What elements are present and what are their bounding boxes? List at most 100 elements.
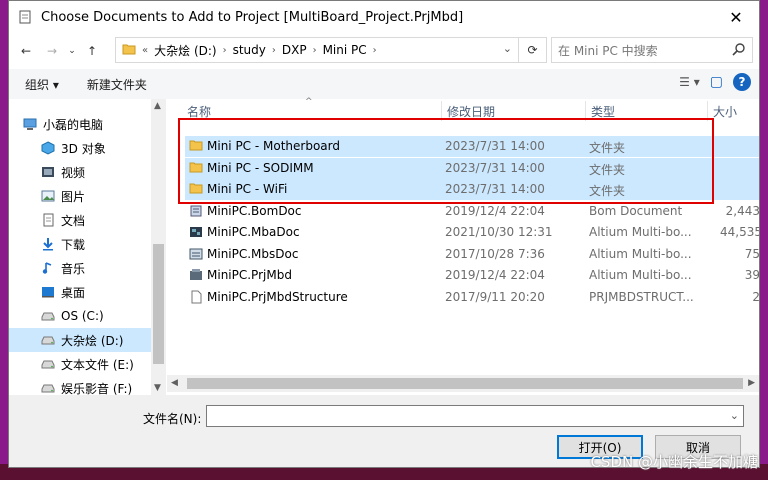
folder-icon bbox=[189, 139, 203, 153]
breadcrumb-dxp[interactable]: DXP bbox=[278, 43, 311, 57]
sidebar-item[interactable]: 娱乐影音 (F:) bbox=[9, 376, 151, 395]
file-row[interactable]: MiniPC.MbsDoc 2017/10/28 7:36 Altium Multi… bbox=[185, 244, 759, 265]
search-placeholder: 在 Mini PC 中搜索 bbox=[558, 43, 658, 58]
file-row[interactable]: Mini PC - WiFi 2023/7/31 14:00 文件夹 bbox=[185, 179, 759, 200]
sort-ascending-icon: ^ bbox=[305, 97, 313, 107]
file-date: 2017/10/28 7:36 bbox=[445, 246, 545, 261]
sidebar-item-label: 娱乐影音 (F:) bbox=[61, 381, 133, 396]
file-row[interactable]: MiniPC.PrjMbdStructure 2017/9/11 20:20 PRJ… bbox=[185, 287, 759, 308]
forward-button[interactable]: → bbox=[39, 38, 65, 64]
chevron-down-icon[interactable]: ⌄ bbox=[730, 409, 739, 422]
breadcrumb-sep[interactable]: › bbox=[270, 45, 278, 56]
sidebar-item[interactable]: 音乐 bbox=[9, 256, 151, 280]
nav-scrollbar-thumb[interactable] bbox=[153, 244, 164, 364]
sidebar-item[interactable]: 视频 bbox=[9, 160, 151, 184]
sidebar-item[interactable]: OS (C:) bbox=[9, 304, 151, 328]
sidebar-item[interactable]: 图片 bbox=[9, 184, 151, 208]
generic-file-icon bbox=[189, 290, 203, 304]
breadcrumb-sep[interactable]: › bbox=[221, 45, 229, 56]
file-size: 75 bbox=[744, 246, 760, 261]
file-row[interactable]: MiniPC.MbaDoc 2021/10/30 12:31 Altium Mult… bbox=[185, 222, 759, 243]
preview-pane-icon[interactable]: ▢ bbox=[710, 74, 723, 90]
chevron-down-icon[interactable]: ▼ bbox=[154, 383, 161, 393]
document-icon bbox=[41, 213, 55, 227]
sidebar-item[interactable]: 桌面 bbox=[9, 280, 151, 304]
title-bar: Choose Documents to Add to Project [Mult… bbox=[9, 1, 759, 33]
folder-icon bbox=[122, 43, 136, 58]
horizontal-scrollbar[interactable]: ◀ ▶ bbox=[167, 375, 759, 392]
chevron-down-icon[interactable]: ⌄ bbox=[503, 42, 512, 55]
breadcrumb-study[interactable]: study bbox=[229, 43, 270, 57]
sidebar-item[interactable]: 下载 bbox=[9, 232, 151, 256]
sidebar-item[interactable]: 小磊的电脑 bbox=[9, 112, 151, 136]
help-icon[interactable]: ? bbox=[733, 73, 751, 91]
refresh-button[interactable]: ⟳ bbox=[519, 37, 547, 63]
file-row[interactable]: Mini PC - SODIMM 2023/7/31 14:00 文件夹 bbox=[185, 157, 759, 179]
horizontal-scrollbar-thumb[interactable] bbox=[187, 378, 743, 389]
back-button[interactable]: ← bbox=[13, 38, 39, 64]
chevron-left-icon[interactable]: ◀ bbox=[171, 378, 178, 388]
file-name: MiniPC.MbsDoc bbox=[207, 246, 299, 261]
chevron-down-icon[interactable]: ⌄ bbox=[65, 38, 79, 64]
column-divider[interactable] bbox=[707, 101, 708, 121]
file-date: 2023/7/31 14:00 bbox=[445, 160, 545, 175]
file-row[interactable]: Mini PC - Motherboard 2023/7/31 14:00 文件夹 bbox=[185, 136, 759, 157]
column-header-size[interactable]: 大小 bbox=[713, 103, 737, 120]
sidebar-item-label: 桌面 bbox=[61, 285, 86, 300]
chevron-right-icon[interactable]: ▶ bbox=[748, 378, 755, 388]
file-type: Altium Multi-bo... bbox=[589, 225, 692, 239]
file-row[interactable]: MiniPC.BomDoc 2019/12/4 22:04 Bom Document… bbox=[185, 201, 759, 222]
browser-body: 小磊的电脑 3D 对象视频图片文档下载音乐桌面 OS (C:) 大杂烩 (D:) 文本文… bbox=[9, 97, 759, 395]
filename-input[interactable]: ⌄ bbox=[206, 405, 744, 427]
search-icon[interactable] bbox=[732, 42, 746, 59]
altium-mba-icon bbox=[189, 225, 203, 239]
file-name: MiniPC.BomDoc bbox=[207, 203, 302, 218]
sidebar-item-label: 下载 bbox=[61, 237, 86, 252]
column-divider[interactable] bbox=[585, 101, 586, 121]
organize-button[interactable]: 组织 ▾ bbox=[17, 76, 67, 93]
sidebar-item-label: 3D 对象 bbox=[61, 141, 106, 156]
search-input[interactable]: 在 Mini PC 中搜索 bbox=[551, 37, 753, 63]
file-size: 44,535 bbox=[720, 225, 760, 239]
column-header-date[interactable]: 修改日期 bbox=[447, 103, 495, 120]
file-type: Bom Document bbox=[589, 203, 683, 218]
column-divider[interactable] bbox=[441, 101, 442, 121]
breadcrumb-drive[interactable]: 大杂烩 (D:) bbox=[150, 42, 220, 59]
window-title: Choose Documents to Add to Project [Mult… bbox=[41, 9, 464, 25]
drive-icon bbox=[41, 381, 55, 395]
new-folder-button[interactable]: 新建文件夹 bbox=[79, 76, 155, 93]
breadcrumb-overflow[interactable]: « bbox=[140, 45, 150, 56]
file-row[interactable]: MiniPC.PrjMbd 2019/12/4 22:04 Altium Multi… bbox=[185, 265, 759, 286]
bom-file-icon bbox=[189, 204, 203, 218]
cube-icon bbox=[41, 141, 55, 155]
file-type: Altium Multi-bo... bbox=[589, 246, 692, 261]
up-button[interactable]: ↑ bbox=[79, 38, 105, 64]
file-date: 2021/10/30 12:31 bbox=[445, 225, 553, 239]
watermark: CSDN @小幽余生不加糖 bbox=[590, 453, 758, 471]
column-header-type[interactable]: 类型 bbox=[591, 103, 615, 120]
image-icon bbox=[41, 189, 55, 203]
file-name: Mini PC - SODIMM bbox=[207, 160, 314, 175]
sidebar-item[interactable]: 3D 对象 bbox=[9, 136, 151, 160]
sidebar-item[interactable]: 文档 bbox=[9, 208, 151, 232]
chevron-up-icon[interactable]: ▲ bbox=[154, 101, 161, 111]
breadcrumb-sep[interactable]: › bbox=[371, 45, 379, 56]
file-date: 2023/7/31 14:00 bbox=[445, 139, 545, 153]
close-button[interactable]: ✕ bbox=[713, 1, 759, 33]
sidebar-item-label: 图片 bbox=[61, 189, 86, 204]
altium-mbs-icon bbox=[189, 247, 203, 261]
nav-scrollbar[interactable]: ▲ ▼ bbox=[151, 99, 166, 395]
address-bar[interactable]: « 大杂烩 (D:) › study › DXP › Mini PC › ⌄ bbox=[115, 37, 519, 63]
document-icon bbox=[17, 9, 33, 25]
file-name: MiniPC.PrjMbd bbox=[207, 268, 292, 282]
column-header-name[interactable]: 名称 bbox=[187, 103, 211, 120]
command-bar: 组织 ▾ 新建文件夹 ☰ ▾ ▢ ? bbox=[9, 69, 759, 100]
view-options-icon[interactable]: ☰ ▾ bbox=[679, 75, 700, 89]
sidebar-item-label: 文档 bbox=[61, 213, 86, 228]
sidebar-item[interactable]: 文本文件 (E:) bbox=[9, 352, 151, 376]
file-type: PRJMBDSTRUCT... bbox=[589, 289, 694, 304]
breadcrumb-sep[interactable]: › bbox=[311, 45, 319, 56]
sidebar-item[interactable]: 大杂烩 (D:) bbox=[9, 328, 151, 352]
drive-icon bbox=[41, 357, 55, 371]
breadcrumb-minipc[interactable]: Mini PC bbox=[319, 43, 371, 57]
